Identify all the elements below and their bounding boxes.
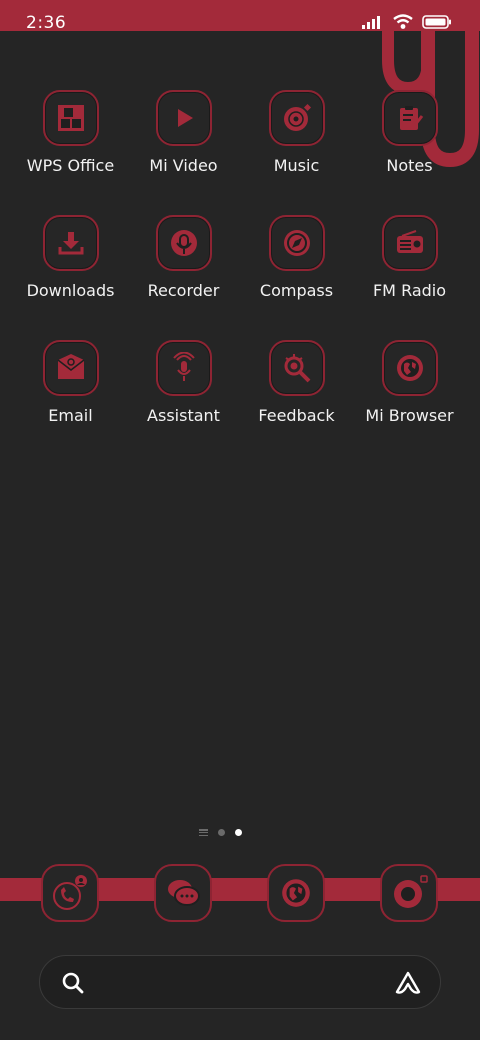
page-indicator[interactable] (199, 829, 242, 836)
app-music[interactable]: Music (240, 90, 353, 175)
app-email[interactable]: Email (14, 340, 127, 425)
app-label: Mi Browser (365, 406, 454, 425)
battery-icon (422, 15, 451, 29)
app-label: FM Radio (372, 281, 447, 300)
app-label: Email (48, 406, 93, 425)
dock-camera[interactable] (380, 864, 438, 922)
app-notes[interactable]: Notes (353, 90, 466, 175)
globe-icon (396, 355, 423, 381)
signal-icon (362, 16, 380, 29)
app-mi-video[interactable]: Mi Video (127, 90, 240, 175)
app-label: WPS Office (26, 156, 115, 175)
phone-contact-icon (53, 875, 87, 910)
dock-browser[interactable] (267, 864, 325, 922)
camera-lens-icon (394, 875, 428, 908)
status-bar: 2:36 (0, 0, 480, 33)
radio-icon (396, 230, 423, 253)
dock-messages[interactable] (154, 864, 212, 922)
clipboard-note-icon (399, 106, 423, 130)
dock-phone[interactable] (41, 864, 99, 922)
voice-assistant-icon[interactable] (394, 970, 422, 996)
app-compass[interactable]: Compass (240, 215, 353, 300)
wps-office-icon (57, 105, 84, 131)
compass-icon (283, 230, 310, 256)
microphone-icon (170, 230, 197, 256)
menu-lines-icon (199, 829, 208, 836)
app-downloads[interactable]: Downloads (14, 215, 127, 300)
search-icon (62, 972, 84, 994)
app-mi-browser[interactable]: Mi Browser (353, 340, 466, 425)
search-bar[interactable] (39, 955, 441, 1009)
app-label: Compass (259, 281, 334, 300)
play-icon (177, 109, 193, 127)
envelope-at-icon (57, 354, 84, 379)
app-fm-radio[interactable]: FM Radio (353, 215, 466, 300)
download-tray-icon (58, 232, 83, 255)
globe-icon (282, 879, 310, 907)
page-dot[interactable] (218, 829, 225, 836)
vinyl-disc-icon (283, 103, 311, 131)
app-feedback[interactable]: Feedback (240, 340, 353, 425)
bug-magnifier-icon (284, 354, 310, 383)
app-label: Assistant (147, 406, 220, 425)
wifi-icon (393, 14, 413, 29)
app-label: Mi Video (149, 156, 218, 175)
page-dot-active[interactable] (235, 829, 242, 836)
app-label: Recorder (147, 281, 220, 300)
status-time: 2:36 (26, 13, 67, 33)
app-label: Downloads (26, 281, 115, 300)
app-label: Music (273, 156, 320, 175)
app-recorder[interactable]: Recorder (127, 215, 240, 300)
app-label: Notes (386, 156, 433, 175)
app-wps-office[interactable]: WPS Office (14, 90, 127, 175)
app-assistant[interactable]: Assistant (127, 340, 240, 425)
chat-bubbles-icon (168, 880, 200, 906)
assistant-mic-icon (172, 352, 195, 381)
app-label: Feedback (258, 406, 335, 425)
